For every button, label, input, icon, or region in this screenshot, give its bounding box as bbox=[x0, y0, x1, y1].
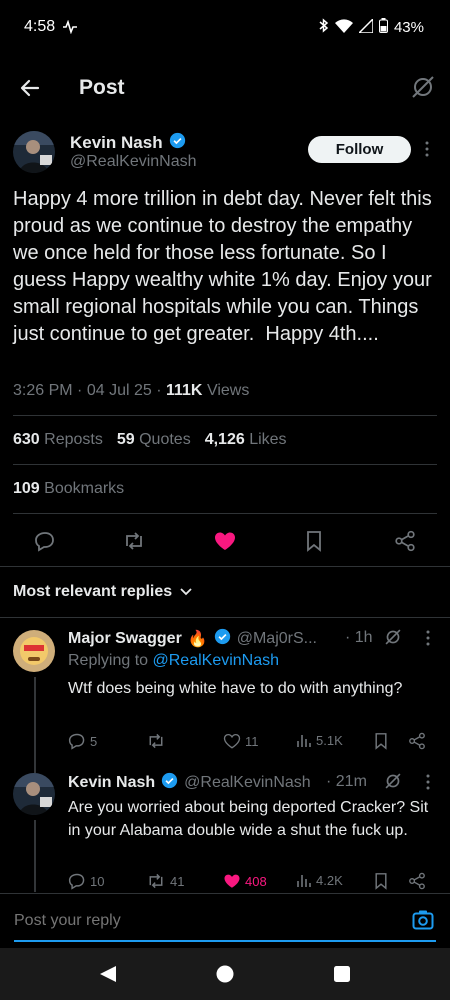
reply-action-bar: 5 11 5.1K bbox=[68, 732, 438, 756]
replies-sort-dropdown[interactable]: Most relevant replies bbox=[13, 583, 192, 601]
more-options-icon[interactable] bbox=[425, 774, 431, 795]
system-nav-bar bbox=[0, 948, 450, 1000]
status-time: 4:58 bbox=[24, 18, 56, 35]
divider bbox=[0, 617, 450, 618]
author-handle[interactable]: @RealKevinNash bbox=[70, 153, 197, 171]
composer-underline bbox=[14, 940, 436, 942]
page-title: Post bbox=[79, 76, 125, 99]
author-name[interactable]: Kevin Nash bbox=[70, 133, 163, 153]
reply-author-name[interactable]: Kevin Nash bbox=[68, 774, 155, 792]
reply-author-name[interactable]: Major Swagger bbox=[68, 630, 182, 648]
reply-input[interactable] bbox=[14, 912, 394, 930]
bookmark-icon[interactable] bbox=[373, 872, 389, 890]
reply-repost-count: 41 bbox=[170, 873, 185, 889]
post-time: 3:26 PM bbox=[13, 382, 73, 399]
reply-reply-button[interactable]: 5 bbox=[68, 732, 97, 750]
divider bbox=[13, 415, 437, 416]
share-icon[interactable] bbox=[394, 530, 416, 552]
reply-reply-button[interactable]: 10 bbox=[68, 872, 104, 890]
views-count: 111K bbox=[166, 382, 203, 399]
replying-to-handle[interactable]: @RealKevinNash bbox=[153, 652, 280, 669]
reply-text: Are you worried about being deported Cra… bbox=[68, 799, 433, 839]
reply-header: Kevin Nash @RealKevinNash bbox=[68, 772, 311, 794]
bluetooth-icon bbox=[319, 18, 329, 37]
reply-views-count: 5.1K bbox=[316, 732, 343, 748]
reply-views-button[interactable]: 5.1K bbox=[296, 732, 343, 748]
verified-badge-icon bbox=[161, 772, 178, 794]
reply-author-handle[interactable]: @RealKevinNash bbox=[184, 774, 311, 792]
back-arrow-icon[interactable] bbox=[18, 76, 42, 100]
reply-views-count: 4.2K bbox=[316, 872, 343, 888]
reply-like-button[interactable]: 408 bbox=[223, 872, 267, 890]
quotes-stat[interactable]: 59 Quotes bbox=[117, 431, 191, 449]
reposts-stat[interactable]: 630 Reposts bbox=[13, 431, 103, 449]
repost-icon[interactable] bbox=[122, 530, 146, 552]
like-icon-filled[interactable] bbox=[213, 530, 237, 552]
thread-line bbox=[34, 820, 36, 892]
engagement-stats: 630 Reposts 59 Quotes 4,126 Likes bbox=[13, 431, 287, 449]
bookmark-icon[interactable] bbox=[304, 530, 324, 552]
reply-repost-button[interactable]: 41 bbox=[146, 872, 184, 890]
signal-icon bbox=[357, 16, 374, 37]
views-label: Views bbox=[206, 382, 250, 399]
activity-icon bbox=[62, 19, 78, 39]
more-options-icon[interactable] bbox=[424, 141, 430, 162]
follow-button[interactable]: Follow bbox=[308, 136, 411, 163]
reply-like-button[interactable]: 11 bbox=[223, 732, 259, 750]
share-icon[interactable] bbox=[408, 872, 426, 890]
reply-icon[interactable] bbox=[34, 530, 56, 552]
reply-time: · 21m bbox=[326, 773, 367, 790]
verified-badge-icon bbox=[214, 628, 231, 650]
more-options-icon[interactable] bbox=[425, 630, 431, 651]
reply-like-count: 11 bbox=[245, 733, 259, 749]
divider bbox=[13, 464, 437, 465]
bookmarks-stats: 109 Bookmarks bbox=[13, 480, 124, 498]
wifi-icon bbox=[334, 18, 353, 37]
verified-badge-icon bbox=[169, 132, 186, 154]
post-text: Happy 4 more trillion in debt day. Never… bbox=[13, 188, 438, 345]
status-icons: 43% bbox=[319, 16, 424, 37]
reply-avatar[interactable] bbox=[13, 773, 55, 815]
reply-repost-button[interactable] bbox=[146, 732, 170, 750]
post-meta: 3:26 PM · 04 Jul 25 · 111K Views bbox=[13, 382, 250, 399]
author-name-row[interactable]: Kevin Nash bbox=[70, 132, 186, 154]
reply-header: Major Swagger 🔥 @Maj0rS... bbox=[68, 628, 317, 650]
reply-like-count: 408 bbox=[245, 873, 267, 889]
camera-icon[interactable] bbox=[412, 909, 434, 936]
reply-reply-count: 5 bbox=[90, 733, 98, 749]
bookmarks-stat[interactable]: 109 Bookmarks bbox=[13, 480, 124, 498]
nav-back-icon[interactable] bbox=[99, 965, 117, 988]
thread-line bbox=[34, 677, 36, 777]
divider bbox=[13, 513, 437, 514]
reply-text: Wtf does being white have to do with any… bbox=[68, 680, 403, 697]
reply-reply-count: 10 bbox=[90, 873, 105, 889]
bookmark-icon[interactable] bbox=[373, 732, 389, 750]
reply-author-handle[interactable]: @Maj0rS... bbox=[237, 630, 317, 648]
battery-percent: 43% bbox=[393, 19, 424, 36]
fire-emoji: 🔥 bbox=[187, 631, 208, 648]
reply-time: · 1h bbox=[345, 629, 373, 646]
nav-recents-icon[interactable] bbox=[334, 966, 350, 987]
likes-stat[interactable]: 4,126 Likes bbox=[205, 431, 287, 449]
author-avatar[interactable] bbox=[13, 131, 55, 173]
reply-avatar[interactable] bbox=[13, 630, 55, 672]
grok-icon[interactable] bbox=[384, 772, 402, 795]
replies-section-title: Most relevant replies bbox=[13, 583, 173, 600]
divider bbox=[0, 566, 450, 567]
reply-views-button[interactable]: 4.2K bbox=[296, 872, 343, 888]
replying-to: Replying to @RealKevinNash bbox=[68, 652, 280, 669]
grok-icon[interactable] bbox=[384, 628, 402, 651]
post-action-bar bbox=[0, 524, 450, 558]
battery-icon bbox=[378, 18, 388, 37]
share-icon[interactable] bbox=[408, 732, 426, 750]
chevron-down-icon bbox=[180, 583, 192, 601]
post-date: 04 Jul 25 bbox=[86, 382, 152, 399]
nav-home-icon[interactable] bbox=[216, 965, 234, 988]
grok-icon[interactable] bbox=[410, 74, 436, 100]
